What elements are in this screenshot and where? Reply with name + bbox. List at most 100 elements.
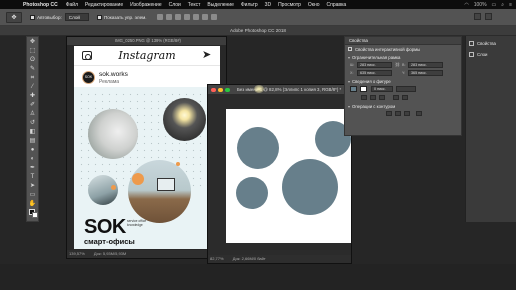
menu-item-image[interactable]: Изображение — [130, 2, 162, 8]
battery-icon[interactable]: ▭ — [492, 2, 497, 8]
close-window-icon[interactable] — [211, 87, 216, 92]
pen-tool-icon[interactable]: ✒ — [28, 164, 37, 172]
doc1-zoom[interactable]: 139,57% — [69, 251, 85, 256]
minimize-window-icon[interactable] — [218, 87, 223, 92]
background-color-swatch[interactable] — [32, 212, 38, 218]
path-ops-section[interactable]: ▾ Операции с контуром — [348, 104, 395, 109]
stroke-cap-icon[interactable] — [393, 95, 399, 100]
ellipse-shape[interactable] — [237, 127, 279, 169]
hand-tool-icon[interactable]: ✋ — [28, 200, 37, 208]
height-field[interactable]: 283 пикс. — [408, 62, 443, 68]
stroke-align-center-icon[interactable] — [370, 95, 376, 100]
doc1-title[interactable]: IMG_0250.PNG @ 139% (RGB/8#) — [67, 37, 226, 45]
menu-item-select[interactable]: Выделение — [207, 2, 234, 8]
orange-dot — [176, 162, 180, 166]
doc1-canvas[interactable]: Instagram ➤ SOK sok.works Реклама SOK se… — [74, 46, 220, 249]
properties-panel-button[interactable]: Свойства — [469, 39, 514, 48]
menu-app-name[interactable]: Photoshop CC — [23, 2, 58, 8]
menu-item-help[interactable]: Справка — [327, 2, 347, 8]
shape-tool-icon[interactable]: ▭ — [28, 191, 37, 199]
menu-item-view[interactable]: Просмотр — [278, 2, 301, 8]
app-title: Adobe Photoshop CC 2018 — [0, 26, 516, 36]
doc1-size: Док: 5,93M/5,93M — [93, 251, 127, 256]
brush-tool-icon[interactable]: ✐ — [28, 101, 37, 109]
align-middle-icon[interactable] — [165, 14, 172, 20]
intersect-shapes-icon[interactable] — [404, 111, 410, 116]
send-icon: ➤ — [202, 49, 212, 61]
doc2-status-bar: 82,77% Док: 2,66M/0 байт — [208, 255, 351, 263]
doc2-canvas[interactable] — [226, 109, 351, 243]
show-controls-checkbox[interactable] — [96, 14, 102, 20]
distribute-icon[interactable] — [210, 14, 217, 20]
history-brush-tool-icon[interactable]: ↺ — [28, 119, 37, 127]
move-tool-icon[interactable]: ✥ — [28, 38, 37, 46]
ellipse-shape[interactable] — [236, 177, 268, 209]
photo-circle-lamp — [88, 109, 138, 159]
dodge-tool-icon[interactable]: ◐ — [28, 155, 37, 163]
link-icon[interactable]: ⛓ — [395, 62, 400, 67]
stamp-tool-icon[interactable]: ♙ — [28, 110, 37, 118]
exclude-shapes-icon[interactable] — [416, 111, 422, 116]
subtract-shapes-icon[interactable] — [395, 111, 401, 116]
appearance-section-label: Сведения о фигуре — [352, 79, 391, 84]
layers-panel-button[interactable]: Слои — [469, 50, 514, 59]
instagram-header: Instagram ➤ — [74, 46, 220, 66]
doc2-zoom[interactable]: 82,77% — [210, 256, 224, 261]
menu-item-file[interactable]: Файл — [66, 2, 78, 8]
align-center-icon[interactable] — [192, 14, 199, 20]
y-field[interactable]: 365 пикс. — [408, 70, 443, 76]
stroke-corner-icon[interactable] — [402, 95, 408, 100]
stroke-width-field[interactable]: 0 пикс. — [371, 86, 393, 92]
align-top-icon[interactable] — [156, 14, 163, 20]
bounds-section[interactable]: ▾ Ограничительная рамка — [348, 55, 400, 60]
autoselect-dropdown[interactable]: Слой — [64, 13, 89, 21]
zoom-window-icon[interactable] — [225, 87, 230, 92]
eraser-tool-icon[interactable]: ◧ — [28, 128, 37, 136]
gradient-tool-icon[interactable]: ▤ — [28, 137, 37, 145]
width-field[interactable]: 283 пикс. — [357, 62, 392, 68]
align-bottom-icon[interactable] — [174, 14, 181, 20]
drag-handle[interactable] — [254, 85, 264, 93]
blur-tool-icon[interactable]: ● — [28, 146, 37, 154]
healing-tool-icon[interactable]: ✚ — [28, 92, 37, 100]
align-right-icon[interactable] — [201, 14, 208, 20]
menu-item-window[interactable]: Окно — [308, 2, 320, 8]
menu-item-layers[interactable]: Слои — [169, 2, 181, 8]
menu-list-icon[interactable]: ≡ — [509, 2, 512, 8]
wifi-icon[interactable]: ◠ — [464, 2, 468, 8]
photo-circle-light — [163, 98, 206, 141]
appearance-section[interactable]: ▾ Сведения о фигуре — [348, 79, 391, 84]
quick-select-tool-icon[interactable]: ✎ — [28, 65, 37, 73]
apple-icon[interactable] — [9, 2, 16, 8]
eyedropper-tool-icon[interactable]: ⁄ — [28, 83, 37, 91]
properties-tab[interactable]: Свойства — [345, 37, 461, 45]
stroke-align-outside-icon[interactable] — [379, 95, 385, 100]
ellipse-shape[interactable] — [282, 159, 338, 215]
fill-swatch[interactable] — [350, 86, 357, 92]
instagram-logo: Instagram — [118, 49, 176, 62]
stroke-swatch[interactable] — [360, 86, 367, 92]
stroke-align-inside-icon[interactable] — [361, 95, 367, 100]
properties-panel-label: Свойства — [477, 41, 496, 46]
menu-item-3d[interactable]: 3D — [265, 2, 271, 8]
autoselect-checkbox[interactable] — [30, 14, 35, 20]
combine-shapes-icon[interactable] — [386, 111, 392, 116]
stroke-style-dropdown[interactable] — [396, 86, 416, 92]
menu-item-edit[interactable]: Редактирование — [85, 2, 123, 8]
menu-item-filter[interactable]: Фильтр — [241, 2, 258, 8]
crop-tool-icon[interactable]: ⌗ — [28, 74, 37, 82]
x-field[interactable]: 635 пикс. — [357, 70, 392, 76]
align-left-icon[interactable] — [183, 14, 190, 20]
sponsored-label: Реклама — [99, 79, 120, 85]
height-label: В: — [402, 63, 406, 67]
type-tool-icon[interactable]: T — [28, 173, 37, 181]
search-icon[interactable]: ⌕ — [501, 2, 504, 8]
lasso-tool-icon[interactable]: ʘ — [28, 56, 37, 64]
move-icon[interactable]: ✥ — [6, 11, 22, 23]
3d-mode-icon[interactable] — [474, 13, 481, 20]
menu-item-type[interactable]: Текст — [188, 2, 201, 8]
path-select-tool-icon[interactable]: ➤ — [28, 182, 37, 190]
marquee-tool-icon[interactable]: ⬚ — [28, 47, 37, 55]
photo-circle-chair — [88, 175, 118, 205]
workspace-icon[interactable] — [485, 13, 492, 20]
